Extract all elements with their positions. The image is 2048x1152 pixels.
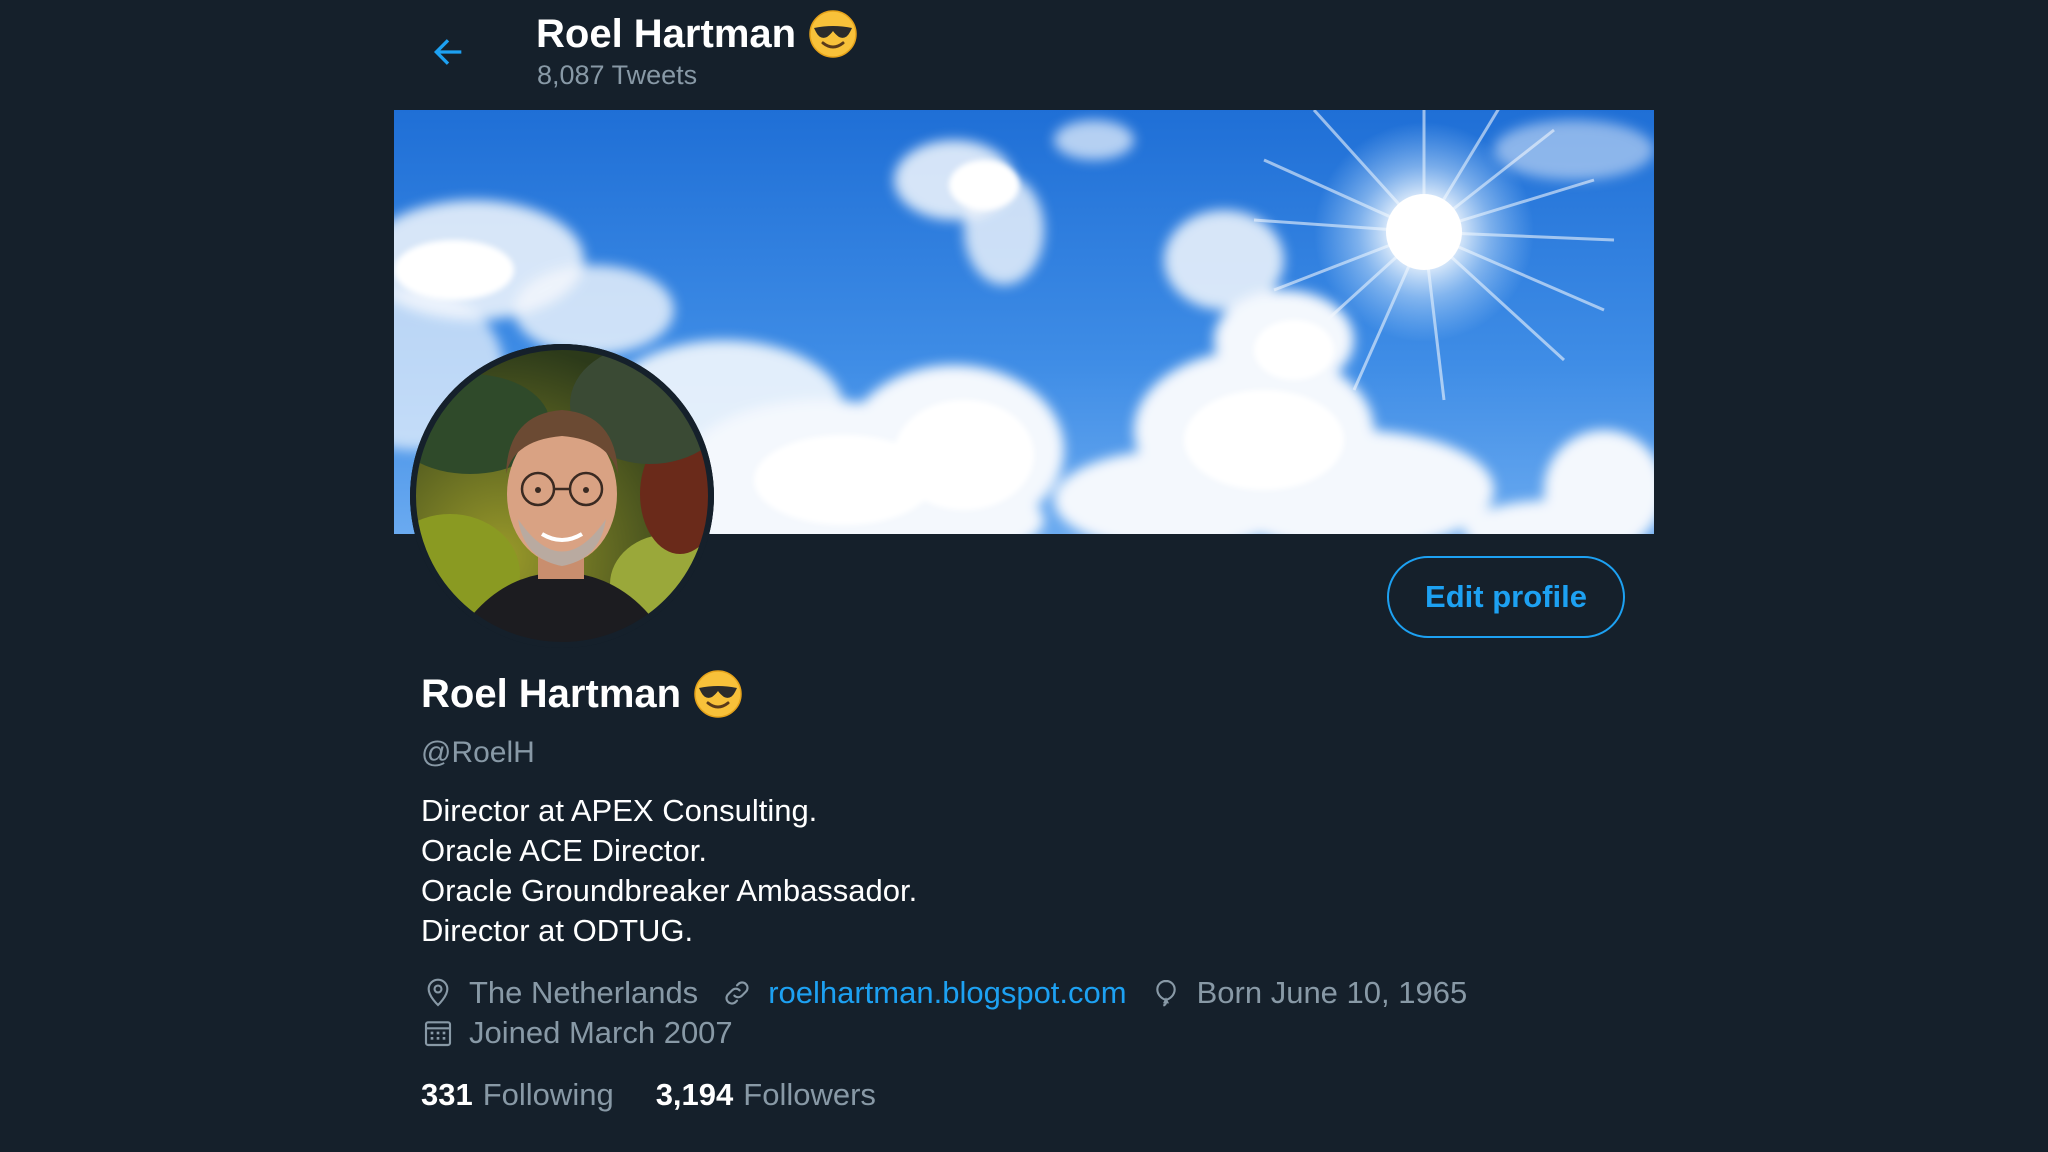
profile-bio: Director at APEX Consulting. Oracle ACE … [421,791,1621,951]
bio-line: Oracle ACE Director. [421,833,707,868]
profile-info: Roel Hartman @RoelH Director at APEX Con… [421,665,1621,1115]
meta-row-1: The Netherlands roelhartman.blogspot.com [421,973,1621,1013]
display-name: Roel Hartman [421,671,682,716]
header-name: Roel Hartman [536,11,797,56]
following-label: Following [482,1077,614,1112]
balloon-icon [1149,976,1183,1010]
birthday-item: Born June 10, 1965 [1149,975,1468,1011]
back-button[interactable] [424,28,472,76]
sunglasses-emoji-icon [808,9,858,59]
joined-text: Joined March 2007 [469,1015,733,1050]
profile-header: Roel Hartman 8,087 Tweets [394,0,1654,110]
website-link[interactable]: roelhartman.blogspot.com [768,975,1126,1011]
location-text: The Netherlands [469,975,699,1010]
following-count: 331 [421,1077,473,1112]
link-icon [720,976,754,1010]
avatar-photo [410,344,714,648]
meta-row-2: Joined March 2007 [421,1013,1621,1053]
profile-meta: The Netherlands roelhartman.blogspot.com [421,973,1621,1053]
tweet-count: 8,087 Tweets [537,60,698,90]
display-name-row: Roel Hartman [421,665,1621,723]
bio-line: Oracle Groundbreaker Ambassador. [421,873,918,908]
follow-stats: 331 Following 3,194 Followers [421,1075,1621,1115]
bio-line: Director at APEX Consulting. [421,793,818,828]
followers-link[interactable]: 3,194 Followers [656,1077,876,1113]
bio-line: Director at ODTUG. [421,913,694,948]
profile-page: Roel Hartman 8,087 Tweets Edit profile R… [0,0,2048,1152]
following-link[interactable]: 331 Following [421,1077,614,1113]
calendar-icon [421,1016,455,1050]
followers-count: 3,194 [655,1077,734,1112]
birthday-text: Born June 10, 1965 [1196,975,1468,1010]
followers-label: Followers [743,1077,876,1112]
joined-item: Joined March 2007 [421,1015,733,1051]
edit-profile-button[interactable]: Edit profile [1387,556,1625,638]
sunglasses-emoji-icon [693,669,743,719]
arrow-left-icon [434,39,462,65]
profile-avatar[interactable] [410,344,714,648]
header-title: Roel Hartman [536,6,858,62]
website-item: roelhartman.blogspot.com [720,975,1127,1011]
location-item: The Netherlands [421,975,698,1011]
location-pin-icon [421,976,455,1010]
user-handle: @RoelH [421,736,535,769]
